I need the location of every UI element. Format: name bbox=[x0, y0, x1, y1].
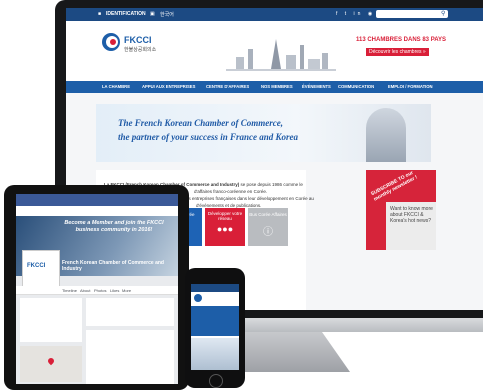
site-header: FKCCI 한불상공회의소 113 CHAMBRES DANS 83 PAYS … bbox=[66, 21, 483, 81]
promo-headline: 113 CHAMBRES DANS 83 PAYS bbox=[356, 37, 447, 43]
people-icon: ●●● bbox=[216, 224, 234, 234]
logo-korean: 한불상공회의소 bbox=[124, 47, 157, 53]
intro-text-3: es entreprises françaises dans leur déve… bbox=[186, 196, 314, 201]
businessman-photo bbox=[366, 108, 406, 162]
user-icon: ■ bbox=[98, 11, 102, 17]
nav-item-chambre[interactable]: LA CHAMBRE bbox=[102, 84, 130, 89]
page-tabs: Timeline About Photos Likes More bbox=[16, 286, 178, 295]
phone-logo-icon bbox=[194, 294, 202, 302]
logo-text[interactable]: FKCCI bbox=[124, 35, 152, 45]
tab-likes[interactable]: Likes bbox=[110, 288, 119, 293]
korean-language-link[interactable]: 한국어 bbox=[160, 11, 174, 18]
tab-timeline[interactable]: Timeline bbox=[62, 288, 77, 293]
phone-home-button[interactable] bbox=[209, 374, 223, 388]
post-composer[interactable] bbox=[86, 298, 174, 326]
nav-item-centre[interactable]: CENTRE D'AFFAIRES bbox=[206, 84, 249, 89]
page-name[interactable]: French Korean Chamber of Commerce and In… bbox=[62, 260, 174, 272]
tile-label: Bus Corée Affaires bbox=[249, 212, 287, 217]
identification-link[interactable]: IDENTIFICATION bbox=[106, 11, 146, 17]
social-icons[interactable]: f t in ◉ bbox=[336, 11, 375, 17]
search-icon[interactable]: ⚲ bbox=[441, 10, 445, 17]
facebook-topbar bbox=[16, 194, 178, 206]
page-avatar-logo: FKCCI bbox=[27, 263, 46, 269]
join-banner-text: Become a Member and join the FKCCI busin… bbox=[64, 220, 164, 233]
banner-line-1: The French Korean Chamber of Commerce, bbox=[118, 118, 284, 128]
page-avatar[interactable]: FKCCI bbox=[22, 250, 60, 288]
info-icon: ⓘ bbox=[263, 227, 273, 238]
intro-text-2: d'affaires franco-coréenne en Corée. bbox=[194, 189, 268, 194]
phone-banner bbox=[191, 338, 239, 370]
map-widget[interactable] bbox=[20, 346, 82, 382]
phone-menu[interactable] bbox=[191, 306, 239, 336]
tile-label: Développer votre réseau bbox=[207, 211, 243, 221]
nav-item-appui[interactable]: APPUI AUX ENTREPRISES bbox=[142, 84, 195, 89]
banner-line-2: the partner of your success in France an… bbox=[118, 132, 299, 142]
newsletter-promo[interactable]: SUBSCRIBE TO our monthly newsletter ! Wa… bbox=[366, 170, 436, 250]
main-nav: LA CHAMBRE APPUI AUX ENTREPRISES CENTRE … bbox=[66, 81, 483, 93]
logo-dot bbox=[110, 39, 116, 45]
left-column-card bbox=[20, 298, 82, 342]
hero-banner[interactable]: The French Korean Chamber of Commerce, t… bbox=[96, 104, 431, 162]
site-topbar: ■ IDENTIFICATION ▣ 한국어 f t in ◉ ⚲ bbox=[66, 8, 483, 21]
phone-screen bbox=[191, 284, 239, 370]
feed-post bbox=[86, 330, 174, 384]
nav-item-membres[interactable]: NOS MEMBRES bbox=[261, 84, 293, 89]
nav-item-evenements[interactable]: ÉVÉNEMENTS bbox=[302, 84, 331, 89]
map-pin-icon bbox=[46, 356, 56, 366]
tab-more[interactable]: More bbox=[122, 288, 131, 293]
tab-photos[interactable]: Photos bbox=[94, 288, 106, 293]
skyline-illustration bbox=[226, 39, 336, 71]
newsletter-teaser: Want to know more about FKCCI & Korea's … bbox=[390, 206, 433, 224]
tablet-screen: Become a Member and join the FKCCI busin… bbox=[16, 194, 178, 384]
tile-bus-coree[interactable]: Bus Corée Affaires ⓘ bbox=[248, 208, 288, 246]
phone-topbar bbox=[191, 284, 239, 292]
nav-item-emploi[interactable]: EMPLOI / FORMATION bbox=[388, 84, 433, 89]
discover-chambers-button[interactable]: Découvrir les chambres » bbox=[366, 48, 429, 56]
intro-text-1: se pose depuis 1986 comme le bbox=[239, 182, 303, 187]
tab-about[interactable]: About bbox=[80, 288, 90, 293]
newsletter-title: SUBSCRIBE TO our monthly newsletter ! bbox=[370, 170, 419, 203]
nav-item-communication[interactable]: COMMUNICATION bbox=[338, 84, 374, 89]
tile-network[interactable]: Développer votre réseau ●●● bbox=[205, 208, 245, 246]
search-input[interactable] bbox=[376, 10, 448, 18]
korea-flag-icon: ▣ bbox=[150, 11, 155, 17]
